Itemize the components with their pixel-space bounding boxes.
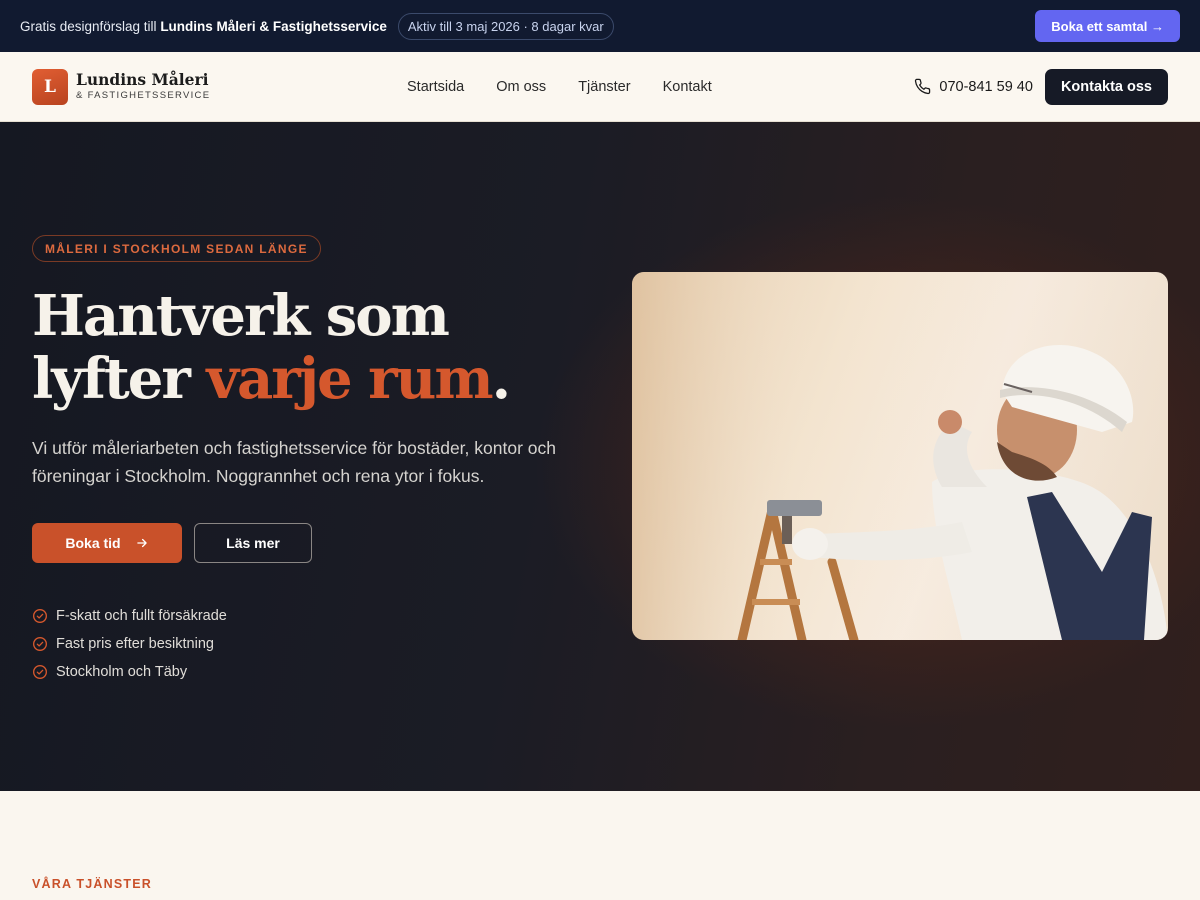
book-appointment-label: Boka tid <box>65 535 121 551</box>
list-item: F-skatt och fullt försäkrade <box>32 602 227 630</box>
feature-text: Fast pris efter besiktning <box>56 636 214 652</box>
promo-status-pill: Aktiv till 3 maj 2026 · 8 dagar kvar <box>397 12 614 40</box>
painter-illustration <box>632 272 1168 640</box>
phone-icon <box>915 78 931 95</box>
promo-banner: Gratis designförslag till Lundins Måleri… <box>0 0 1200 52</box>
nav-link-tjanster[interactable]: Tjänster <box>578 79 630 95</box>
promo-company-name: Lundins Måleri & Fastighetsservice <box>160 18 387 34</box>
hero-painter-image <box>632 272 1168 640</box>
feature-list: F-skatt och fullt försäkrade Fast pris e… <box>32 602 227 686</box>
check-circle-icon <box>33 637 47 651</box>
book-appointment-button[interactable]: Boka tid <box>32 523 182 563</box>
hero-description: Vi utför måleriarbeten och fastighetsser… <box>32 438 556 486</box>
promo-text: Gratis designförslag till Lundins Måleri… <box>20 19 387 34</box>
services-section: VÅRA TJÄNSTER <box>0 791 1200 900</box>
arrow-right-icon <box>136 538 147 548</box>
main-nav: Startsida Om oss Tjänster Kontakt <box>407 52 712 122</box>
services-eyebrow: VÅRA TJÄNSTER <box>32 877 153 891</box>
check-circle-icon <box>33 665 47 679</box>
feature-text: F-skatt och fullt försäkrade <box>56 608 227 624</box>
logo[interactable]: L Lundins Måleri & FASTIGHETSSERVICE <box>32 68 211 105</box>
hero-headline: Hantverk som lyfter varje rum. <box>32 285 592 411</box>
headline-line-2-prefix: lyfter <box>32 346 207 412</box>
book-call-button[interactable]: Boka ett samtal → <box>1035 10 1180 42</box>
list-item: Stockholm och Täby <box>32 658 227 686</box>
read-more-button[interactable]: Läs mer <box>194 523 312 563</box>
nav-link-om-oss[interactable]: Om oss <box>496 79 546 95</box>
logo-text: Lundins Måleri & FASTIGHETSSERVICE <box>76 69 211 103</box>
check-circle-icon <box>33 609 47 623</box>
nav-link-startsida[interactable]: Startsida <box>407 79 464 95</box>
phone-link[interactable]: 070-841 59 40 <box>914 78 1033 95</box>
brand-tagline: & FASTIGHETSSERVICE <box>76 89 211 101</box>
nav-actions: 070-841 59 40 Kontakta oss <box>914 68 1168 105</box>
headline-line-1: Hantverk som <box>32 283 450 349</box>
brand-name: Lundins Måleri <box>76 69 209 89</box>
hero-badge: MÅLERI I STOCKHOLM SEDAN LÄNGE <box>32 235 321 262</box>
feature-text: Stockholm och Täby <box>56 664 188 680</box>
list-item: Fast pris efter besiktning <box>32 630 227 658</box>
nav-link-kontakt[interactable]: Kontakt <box>663 79 712 95</box>
promo-text-prefix: Gratis designförslag till <box>20 18 161 34</box>
contact-button[interactable]: Kontakta oss <box>1044 68 1168 105</box>
logo-mark: L <box>32 68 68 105</box>
headline-suffix: . <box>491 346 511 412</box>
site-header: L Lundins Måleri & FASTIGHETSSERVICE Sta… <box>0 52 1200 122</box>
headline-accent: varje rum <box>206 346 493 412</box>
phone-number: 070-841 59 40 <box>939 78 1033 95</box>
hero-section: MÅLERI I STOCKHOLM SEDAN LÄNGE Hantverk … <box>0 122 1200 791</box>
